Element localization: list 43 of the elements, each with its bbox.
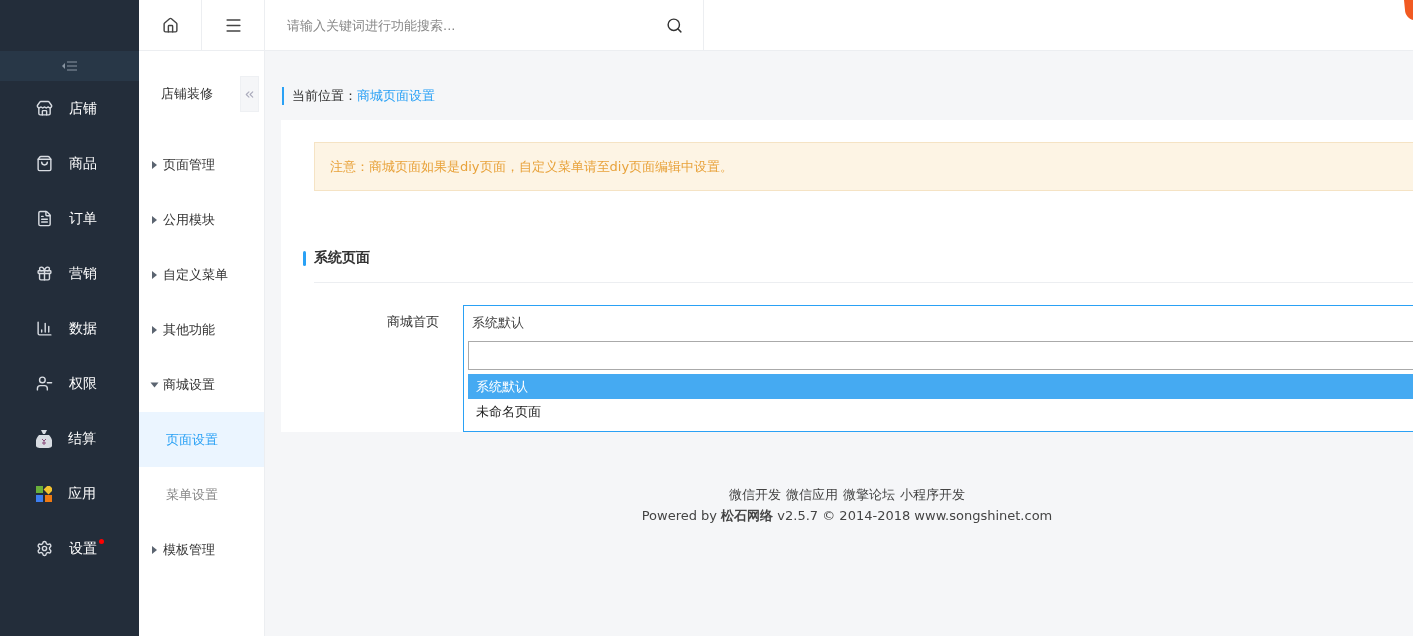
footer-link[interactable]: 微擎论坛 [843, 486, 895, 504]
submenu-item[interactable]: 模板管理 [139, 522, 264, 577]
search-icon[interactable] [666, 16, 683, 34]
section-marker [303, 250, 306, 266]
home-icon[interactable] [161, 16, 179, 34]
page-dropdown[interactable]: 系统默认 系统默认 未命名页面 [463, 305, 1413, 432]
footer-link[interactable]: 小程序开发 [900, 486, 965, 504]
breadcrumb-label: 当前位置： [292, 87, 357, 105]
footer-link[interactable]: 微信应用 [786, 486, 838, 504]
sidebar-item[interactable]: 设置 [0, 521, 139, 576]
sidebar-item[interactable]: 应用 [0, 466, 139, 521]
submenu-item[interactable]: 页面管理 [139, 137, 264, 192]
submenu-item[interactable]: 公用模块 [139, 192, 264, 247]
selected-value: 系统默认 [471, 313, 525, 332]
notice-banner: 注意：商城页面如果是diy页面，自定义菜单请至diy页面编辑中设置。 [314, 142, 1413, 191]
store-icon [36, 100, 53, 117]
section-title: 系统页面 [314, 249, 370, 267]
submenu-item[interactable]: 菜单设置 [139, 467, 264, 522]
sidebar-item[interactable]: 订单 [0, 191, 139, 246]
bar-chart-icon [36, 320, 53, 337]
submenu-title: 店铺装修 [161, 85, 213, 103]
submenu-item[interactable]: 其他功能 [139, 302, 264, 357]
dropdown-search-field[interactable] [468, 341, 1413, 370]
logo-icon [1404, 0, 1413, 20]
sidebar-item[interactable]: 结算 [0, 411, 139, 466]
copyright-text: Powered by 松石网络 v2.5.7 © 2014-2018 www.songshinet.com [641, 507, 1053, 525]
submenu-item[interactable]: 自定义菜单 [139, 247, 264, 302]
sidebar-item[interactable]: 店铺 [0, 81, 139, 136]
document-icon [36, 210, 53, 227]
sidebar-item[interactable]: 商品 [0, 136, 139, 191]
submenu-item[interactable]: 商城设置 [139, 357, 264, 412]
shopping-bag-icon [36, 155, 53, 172]
sidebar-item[interactable]: 权限 [0, 356, 139, 411]
field-label: 商城首页 [386, 313, 440, 331]
apps-icon [36, 485, 52, 502]
footer-link[interactable]: 微信开发 [729, 486, 781, 504]
collapse-sidebar-icon[interactable] [61, 61, 78, 71]
gift-icon [36, 265, 53, 282]
sidebar-item[interactable]: 数据 [0, 301, 139, 356]
money-bag-icon [36, 429, 52, 448]
user-minus-icon [36, 375, 53, 392]
sidebar-item[interactable]: 营销 [0, 246, 139, 301]
settings-icon [36, 540, 53, 557]
